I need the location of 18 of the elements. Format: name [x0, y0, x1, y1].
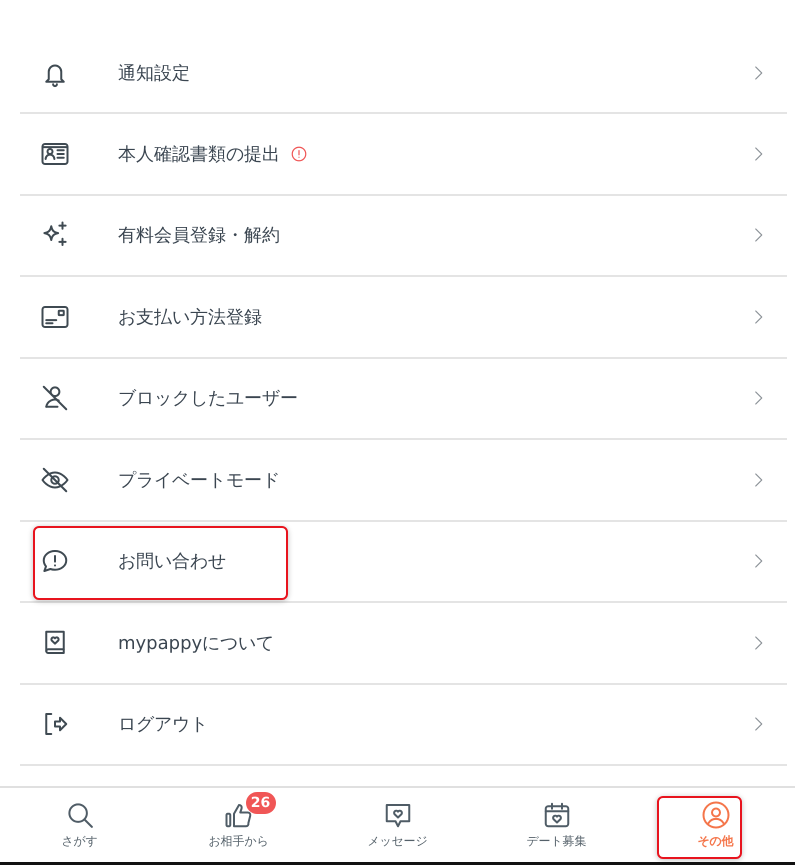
tab[interactable]: デート募集 — [477, 788, 636, 862]
menu-item[interactable]: お支払い方法登録 — [20, 277, 787, 358]
user-circle-icon — [700, 800, 730, 830]
menu-item[interactable]: 有料会員登録・解約 — [20, 196, 787, 277]
menu-item[interactable]: ブロックしたユーザー — [20, 358, 787, 440]
menu-item[interactable]: お問い合わせ — [20, 522, 787, 603]
tab[interactable]: メッセージ — [318, 788, 477, 862]
menu-item[interactable]: プライベートモード — [20, 440, 787, 522]
eye-off-icon — [40, 464, 70, 495]
menu-item[interactable]: 通知設定 — [20, 33, 787, 114]
menu-item[interactable]: 本人確認書類の提出 — [20, 114, 787, 196]
calendar-heart-icon — [542, 800, 572, 830]
tab[interactable]: 26 お相手から — [159, 788, 318, 862]
count-badge: 26 — [246, 792, 276, 814]
user-off-icon — [40, 383, 70, 414]
tab[interactable]: さがす — [0, 788, 159, 862]
menu-item[interactable]: mypappyについて — [20, 603, 787, 684]
menu-item[interactable]: ログアウト — [20, 684, 787, 766]
